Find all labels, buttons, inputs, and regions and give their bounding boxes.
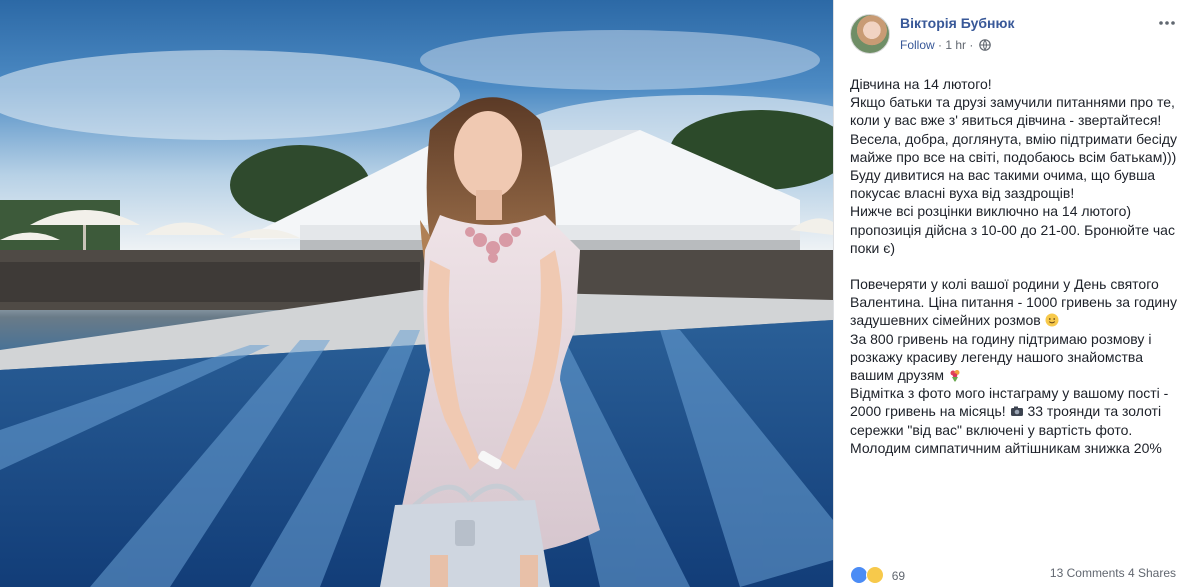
meta-separator: · [938,38,943,52]
bouquet-emoji [948,368,962,382]
blush-emoji [1045,313,1059,327]
post-line: Нижче всі розцінки виключно на 14 лютого… [850,203,1175,256]
post-meta: Follow · 1 hr · [900,38,991,54]
post-text: Дівчина на 14 лютого! Якщо батьки та дру… [850,75,1178,457]
post-photo[interactable] [0,0,833,587]
post-footer: 69 13 Comments 4 Shares [834,566,1190,587]
meta-separator-2: · [969,38,974,52]
post-line: Молодим симпатичним айтішникам знижка 20… [850,439,1162,456]
post-stats: 13 Comments 4 Shares [1050,566,1176,580]
post-line: Повечеряти у колі вашої родини у День св… [850,275,1178,330]
post-line: Дівчина на 14 лютого! [850,76,992,92]
post-time[interactable]: 1 hr [945,38,966,52]
reactions-summary[interactable]: 69 [850,566,905,584]
author-avatar[interactable] [850,14,890,54]
post-panel: Вікторія Бубнюк Follow · 1 hr · Дівчина … [833,0,1190,587]
author-name-link[interactable]: Вікторія Бубнюк [900,15,1014,31]
post-line: Якщо батьки та друзі замучили питаннями … [850,94,1177,202]
post-line: За 800 гривень на годину підтримаю розмо… [850,330,1178,385]
post-line-text: Повечеряти у колі вашої родини у День св… [850,276,1177,329]
comments-link[interactable]: 13 Comments [1050,566,1125,580]
globe-icon [978,39,991,54]
camera-emoji [1010,404,1024,418]
follow-link[interactable]: Follow [900,38,935,52]
photo-scene [0,0,833,587]
reaction-count: 69 [891,569,906,583]
ellipsis-icon[interactable] [1158,14,1176,32]
wow-reaction-icon [866,566,885,584]
post-line-text: За 800 гривень на годину підтримаю розмо… [850,330,1152,384]
shares-link[interactable]: 4 Shares [1128,566,1176,580]
like-reaction-icon [850,566,868,584]
post-line: Відмітка з фото мого інстаграму у вашому… [850,384,1178,439]
